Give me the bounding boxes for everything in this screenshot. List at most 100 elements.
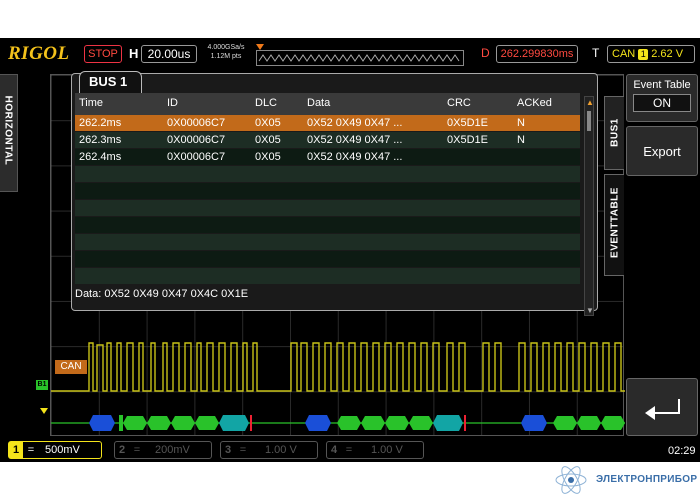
channel-2-number: 2 [118,444,126,456]
scroll-down-icon[interactable]: ▼ [586,307,594,315]
timebase-readout[interactable]: 20.00us [141,45,197,63]
trigger-label: T [592,46,600,60]
table-cell: 0X52 0X49 0X47 ... [307,151,403,163]
channel-4-readout[interactable]: 4 = 1.00 V [326,441,424,459]
decode-label: CAN [55,360,87,374]
export-softkey[interactable]: Export [626,126,698,176]
table-row[interactable] [75,166,580,182]
channel-2-readout[interactable]: 2 = 200mV [114,441,212,459]
dc-coupling-icon: = [27,444,35,456]
table-cell: 262.4ms [79,151,122,163]
table-cell: N [517,134,525,146]
ch1-waveform [51,342,625,392]
sample-rate-readout: 4.000GSa/s 1.12M pts [201,43,251,61]
decode-id-field [521,415,547,431]
table-cell: 0X05 [255,134,281,146]
run-stop-indicator[interactable]: STOP [84,45,122,63]
delay-label: D [481,46,490,60]
table-cell: 262.2ms [79,117,122,129]
event-table-header: Time ID DLC Data CRC ACKed [75,93,580,115]
channel-1-scale: 500mV [45,444,80,456]
table-row[interactable] [75,251,580,267]
table-row[interactable] [75,234,580,250]
column-header-crc: CRC [447,97,471,109]
channel-bar: 1 = 500mV 2 = 200mV 3 = 1.00 V 4 = 1.00 V 02:29 [0,438,700,462]
table-row[interactable]: 262.3ms 0X00006C7 0X05 0X52 0X49 0X47 ... 0X… [75,132,580,148]
watermark-logo-icon [555,466,587,494]
decode-crc-field [219,415,249,431]
bus-window-title[interactable]: BUS 1 [79,71,142,93]
dc-coupling-icon: = [133,444,141,456]
horizontal-tab-label: HORIZONTAL [2,95,14,166]
table-cell: 0X52 0X49 0X47 ... [307,134,403,146]
delay-readout[interactable]: 262.299830ms [496,45,578,63]
event-table-softkey-label: Event Table [633,79,691,91]
dc-coupling-icon: = [345,444,353,456]
bus-marker: B1 [36,380,48,390]
trigger-source: CAN [612,48,636,60]
eventtable-tab-label: EVENTTABLE [609,187,621,258]
decode-data-byte [577,416,601,430]
table-cell: 0X5D1E [447,134,488,146]
scroll-up-icon[interactable]: ▲ [586,99,594,107]
horizontal-menu-tab[interactable]: HORIZONTAL [0,74,18,192]
decode-data-byte [147,416,171,430]
decode-data-byte [337,416,361,430]
trigger-readout[interactable]: CAN 1 2.62 V [607,45,695,63]
trigger-channel-badge: 1 [638,49,649,60]
return-softkey[interactable] [626,378,698,436]
softkey-panel: Event Table ON Export [626,74,700,436]
ch1-ground-marker-icon [40,408,48,414]
channel-1-number: 1 [9,442,23,458]
decode-data-byte [361,416,385,430]
decode-data-byte [409,416,433,430]
watermark-text: ЭЛЕКТРОНПРИБОР [596,474,698,485]
table-row[interactable] [75,217,580,233]
event-table-softkey-value: ON [633,94,691,112]
bus1-tab-label: BUS1 [609,118,621,147]
table-cell: N [517,117,525,129]
column-header-data: Data [307,97,331,109]
eventtable-side-tab[interactable]: EVENTTABLE [604,174,624,276]
table-row[interactable] [75,268,580,284]
horizontal-label: H [129,46,139,61]
column-header-time: Time [79,97,104,109]
table-row[interactable] [75,200,580,216]
channel-3-scale: 1.00 V [265,444,297,456]
decode-packets [89,415,625,431]
column-header-acked: ACKed [517,97,552,109]
trigger-level: 2.62 V [651,48,684,60]
bus1-side-tab[interactable]: BUS1 [604,96,624,170]
channel-3-number: 3 [224,444,232,456]
column-header-id: ID [167,97,178,109]
sample-rate: 4.000GSa/s [207,44,245,51]
event-table-softkey[interactable]: Event Table ON [626,74,698,122]
decode-dlc-field [119,415,123,431]
scroll-thumb[interactable] [587,111,591,131]
brand-logo: RIGOL [8,43,70,64]
table-cell: 0X00006C7 [167,151,226,163]
memory-overview-bar [256,50,464,66]
channel-1-readout[interactable]: 1 = 500mV [8,441,102,459]
channel-4-scale: 1.00 V [371,444,403,456]
oscilloscope-screen: RIGOL STOP H 20.00us 4.000GSa/s 1.12M pt… [0,38,700,462]
table-cell: 0X52 0X49 0X47 ... [307,117,403,129]
table-cell: 0X05 [255,151,281,163]
table-cell: 0X5D1E [447,117,488,129]
dc-coupling-icon: = [239,444,247,456]
decode-data-byte [385,416,409,430]
table-cell: 262.3ms [79,134,122,146]
decode-id-field [89,415,115,431]
table-row[interactable]: 262.4ms 0X00006C7 0X05 0X52 0X49 0X47 ... [75,149,580,165]
table-row[interactable] [75,183,580,199]
table-scrollbar[interactable]: ▲ ▼ [584,96,594,316]
status-bar: RIGOL STOP H 20.00us 4.000GSa/s 1.12M pt… [0,38,700,70]
column-header-dlc: DLC [255,97,278,109]
clock: 02:29 [668,445,696,457]
channel-3-readout[interactable]: 3 = 1.00 V [220,441,318,459]
memory-depth: 1.12M pts [210,53,242,60]
table-row[interactable]: 262.2ms 0X00006C7 0X05 0X52 0X49 0X47 ... 0X… [75,115,580,131]
decode-id-field [305,415,331,431]
decode-crc-field [433,415,463,431]
decode-data-byte [195,416,219,430]
